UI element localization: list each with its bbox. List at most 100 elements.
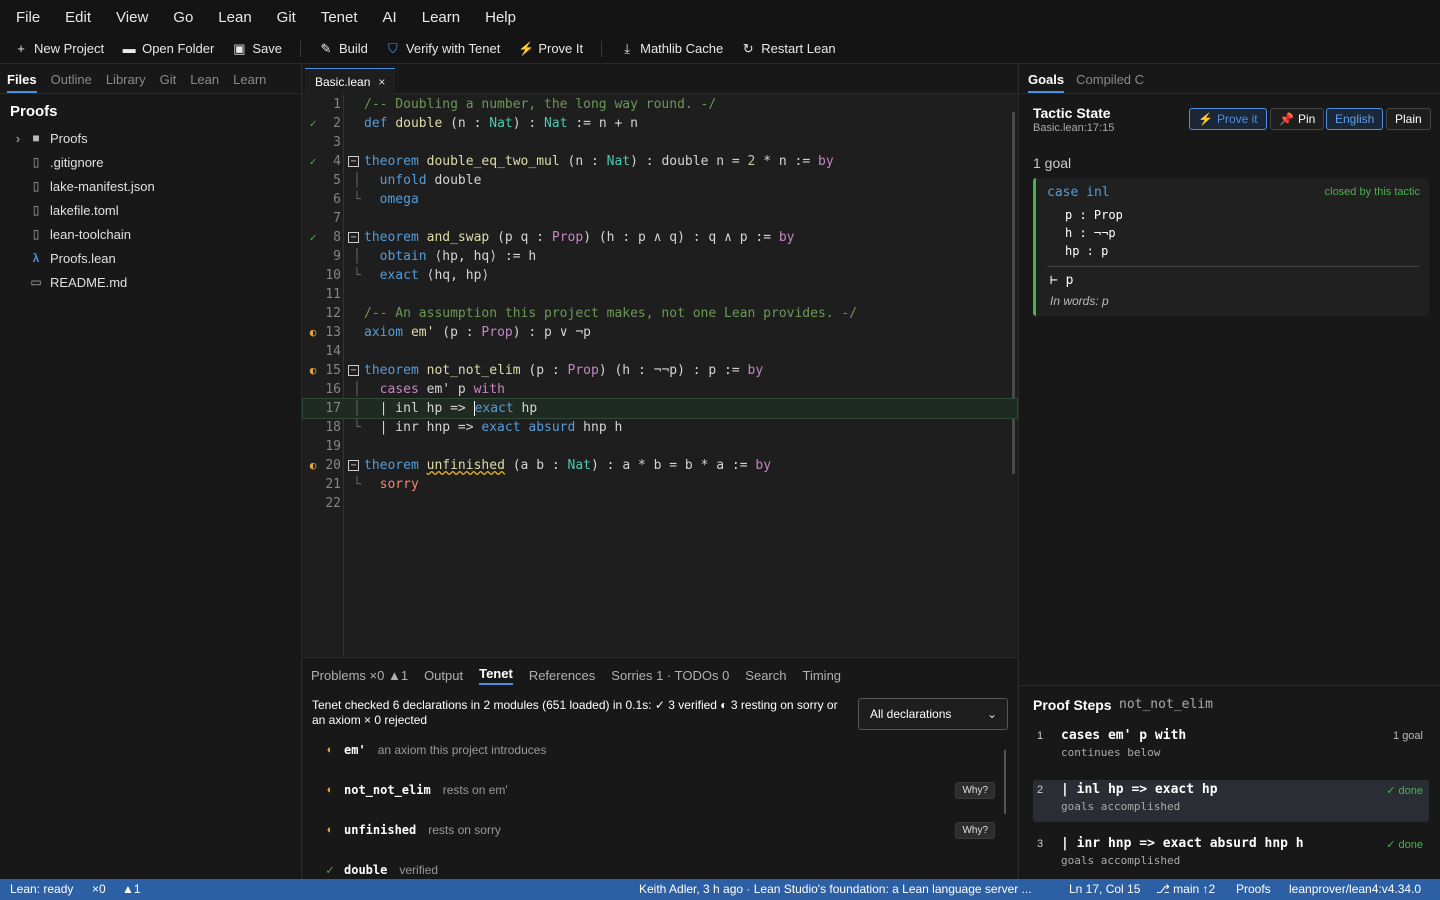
tree-file-readme[interactable]: ▭ README.md [0,270,301,294]
code-line: 22 [325,496,341,511]
tab-search[interactable]: Search [745,668,786,683]
project-name[interactable]: Proofs [1236,882,1271,896]
goals-panel: Goals Compiled C Tactic State Basic.lean… [1018,64,1440,879]
restart-lean-button[interactable]: ↻ Restart Lean [741,41,836,57]
menu-learn[interactable]: Learn [422,9,460,26]
tactic-state-title: Tactic State [1033,105,1111,121]
code-line-current: 17 │ | inl hp => exact hp [302,398,1018,419]
sidebar: Files Outline Library Git Lean Learn Pro… [0,64,302,879]
proof-step[interactable]: 3 | inr hnp => exact absurd hnp h goals … [1033,834,1429,876]
git-branch[interactable]: ⎇ main ↑2 [1156,882,1215,896]
fold-icon[interactable]: − [348,232,359,243]
close-icon[interactable]: × [378,75,385,89]
save-icon: ▣ [233,40,246,56]
toolbar: + New Project ▬ Open Folder ▣ Save ✎ Build ⛉… [0,34,1440,64]
book-icon: ▭ [30,275,42,289]
file-icon: ▯ [32,155,40,169]
tree-file-lake-manifest[interactable]: ▯ lake-manifest.json [0,174,301,198]
chevron-right-icon[interactable]: › [8,131,28,146]
prove-it-button[interactable]: ⚡ Prove it [1189,108,1267,130]
plain-toggle[interactable]: Plain [1386,108,1431,130]
tab-library[interactable]: Library [106,72,146,93]
menu-ai[interactable]: AI [383,9,397,26]
folder-icon: ▬ [122,41,136,56]
tab-tenet[interactable]: Tenet [479,666,513,685]
panel-divider[interactable] [1019,685,1440,686]
menu-help[interactable]: Help [485,9,516,26]
proof-step[interactable]: 1 cases em' p with continues below 1 goa… [1033,726,1429,768]
lean-status[interactable]: Lean: ready [10,882,73,896]
editor-tab-basic-lean[interactable]: Basic.lean × [305,68,396,94]
closed-badge: closed by this tactic [1324,186,1420,198]
build-button[interactable]: ✎ Build [319,41,368,57]
tab-learn[interactable]: Learn [233,72,266,93]
prove-it-button[interactable]: ⚡ Prove It [518,41,583,57]
fold-icon[interactable]: − [348,156,359,167]
tab-sorries[interactable]: Sorries 1 · TODOs 0 [611,668,729,683]
new-project-button[interactable]: + New Project [14,41,104,56]
code-line: 10 └ exact ⟨hq, hp⟩ [325,268,490,283]
declaration-row[interactable]: ◐ not_not_elim rests on em' Why? [323,780,1003,800]
tab-lean[interactable]: Lean [190,72,219,93]
tab-output[interactable]: Output [424,668,463,683]
error-count[interactable]: ×0 [92,882,106,896]
folder-icon: ■ [32,131,40,145]
declaration-row[interactable]: ✓ double verified [323,860,1003,880]
code-line: 19 [325,439,341,454]
menu-file[interactable]: File [16,9,40,26]
git-blame[interactable]: Keith Adler, 3 h ago · Lean Studio's fou… [639,882,1032,896]
warning-count[interactable]: ▲1 [122,882,141,896]
menu-view[interactable]: View [116,9,148,26]
tab-timing[interactable]: Timing [803,668,842,683]
code-line: ✓ 8− theorem and_swap (p q : Prop) (h : p … [303,228,1017,247]
toolbar-divider [601,40,603,57]
declaration-row[interactable]: ◐ unfinished rests on sorry Why? [323,820,1003,840]
pin-button[interactable]: 📌 Pin [1270,108,1325,130]
shield-icon: ⛉ [388,40,398,56]
english-toggle[interactable]: English [1326,108,1384,130]
cursor-position[interactable]: Ln 17, Col 15 [1069,882,1140,896]
fold-icon[interactable]: − [348,365,359,376]
tab-outline[interactable]: Outline [51,72,92,93]
tree-file-proofs-lean[interactable]: λ Proofs.lean [0,246,301,270]
tree-file-gitignore[interactable]: ▯ .gitignore [0,150,301,174]
toolchain-version[interactable]: leanprover/lean4:v4.34.0 [1289,882,1421,896]
tenet-scrollbar[interactable] [1004,750,1006,814]
bolt-icon: ⚡ [1198,112,1213,126]
tab-files[interactable]: Files [7,72,37,93]
menu-lean[interactable]: Lean [218,9,251,26]
why-button[interactable]: Why? [955,821,995,839]
tab-goals[interactable]: Goals [1028,72,1065,93]
half-circle-icon: ◐ [326,824,334,836]
tab-compiled-c[interactable]: Compiled C [1076,72,1144,93]
menu-go[interactable]: Go [173,9,193,26]
menu-tenet[interactable]: Tenet [321,9,358,26]
why-button[interactable]: Why? [955,781,995,799]
half-circle-icon: ◐ [326,784,334,796]
fold-icon[interactable]: − [348,460,359,471]
proof-steps-title: Proof Steps [1033,697,1112,713]
mathlib-cache-button[interactable]: ⤓ Mathlib Cache [620,41,723,57]
verify-button[interactable]: ⛉ Verify with Tenet [386,41,500,57]
declaration-row[interactable]: ◐ em' an axiom this project introduces [323,740,1003,760]
code-line: 7 [333,211,341,226]
tree-file-lakefile[interactable]: ▯ lakefile.toml [0,198,301,222]
menu-git[interactable]: Git [277,9,296,26]
declaration-filter-select[interactable]: All declarations ⌄ [858,698,1008,730]
open-folder-button[interactable]: ▬ Open Folder [122,41,215,56]
proof-step-selected[interactable]: 2 | inl hp => exact hp goals accomplishe… [1033,780,1429,822]
tab-references[interactable]: References [529,668,595,683]
code-line: 11 [325,287,341,302]
tab-problems[interactable]: Problems ×0 ▲1 [311,668,408,683]
file-icon: ▯ [32,179,40,193]
save-button[interactable]: ▣ Save [232,41,282,57]
code-line: 16 │ cases em' p with [325,382,505,397]
tree-folder-proofs[interactable]: › ■ Proofs [0,126,301,150]
tree-file-lean-toolchain[interactable]: ▯ lean-toolchain [0,222,301,246]
menu-edit[interactable]: Edit [65,9,91,26]
code-line: 5 │ unfold double [333,173,482,188]
tactic-state-location: Basic.lean:17:15 [1033,122,1115,134]
code-editor[interactable]: 1/-- Doubling a number, the long way rou… [302,94,1018,656]
tab-git[interactable]: Git [160,72,177,93]
goal-target: ⊢ p [1050,273,1074,288]
